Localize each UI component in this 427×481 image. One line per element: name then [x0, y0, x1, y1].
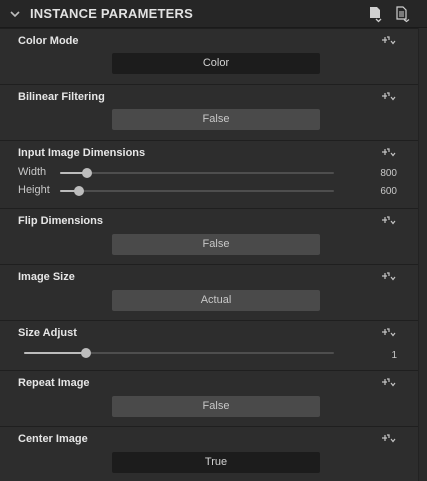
link-icon[interactable] — [380, 270, 398, 284]
width-slider[interactable] — [60, 168, 334, 178]
link-icon[interactable] — [380, 376, 398, 390]
section-label: Flip Dimensions — [18, 215, 103, 227]
size-adjust-value[interactable]: 1 — [357, 350, 397, 361]
section-image-size: Image Size Actual — [0, 264, 418, 320]
size-adjust-slider-fill — [24, 352, 86, 354]
section-label: Center Image — [18, 433, 88, 445]
width-value[interactable]: 800 — [357, 168, 397, 179]
list-document-icon[interactable] — [393, 5, 411, 23]
width-label: Width — [18, 166, 47, 178]
section-label: Color Mode — [18, 35, 79, 47]
link-icon[interactable] — [380, 34, 398, 48]
panel-title: INSTANCE PARAMETERS — [30, 6, 193, 21]
section-color-mode: Color Mode Color — [0, 28, 418, 84]
size-adjust-slider[interactable] — [24, 348, 334, 358]
repeat-image-dropdown[interactable]: False — [112, 396, 320, 417]
link-icon[interactable] — [380, 90, 398, 104]
section-bilinear-filtering: Bilinear Filtering False — [0, 84, 418, 140]
link-icon[interactable] — [380, 146, 398, 160]
link-icon[interactable] — [380, 432, 398, 446]
instance-parameters-panel: INSTANCE PARAMETERS Color Mode Color Bil… — [0, 0, 427, 481]
center-image-dropdown[interactable]: True — [112, 452, 320, 473]
section-label: Input Image Dimensions — [18, 147, 146, 159]
color-mode-dropdown[interactable]: Color — [112, 53, 320, 74]
size-adjust-slider-thumb[interactable] — [81, 348, 91, 358]
link-icon[interactable] — [380, 214, 398, 228]
scrollbar[interactable] — [418, 28, 427, 481]
section-center-image: Center Image True — [0, 426, 418, 481]
height-slider-thumb[interactable] — [74, 186, 85, 196]
section-input-image-dimensions: Input Image Dimensions Width 800 Height … — [0, 140, 418, 208]
section-label: Bilinear Filtering — [18, 91, 105, 103]
section-size-adjust: Size Adjust 1 — [0, 320, 418, 370]
section-label: Image Size — [18, 271, 75, 283]
section-label: Repeat Image — [18, 377, 90, 389]
section-label: Size Adjust — [18, 327, 77, 339]
bilinear-filtering-dropdown[interactable]: False — [112, 109, 320, 130]
width-slider-thumb[interactable] — [82, 168, 93, 178]
height-label: Height — [18, 184, 50, 196]
height-value[interactable]: 600 — [357, 186, 397, 197]
section-flip-dimensions: Flip Dimensions False — [0, 208, 418, 264]
flip-dimensions-dropdown[interactable]: False — [112, 234, 320, 255]
document-icon[interactable] — [366, 5, 384, 23]
height-slider[interactable] — [60, 186, 334, 196]
chevron-down-icon[interactable] — [9, 8, 21, 20]
section-repeat-image: Repeat Image False — [0, 370, 418, 426]
image-size-dropdown[interactable]: Actual — [112, 290, 320, 311]
link-icon[interactable] — [380, 326, 398, 340]
panel-header[interactable]: INSTANCE PARAMETERS — [0, 0, 427, 28]
